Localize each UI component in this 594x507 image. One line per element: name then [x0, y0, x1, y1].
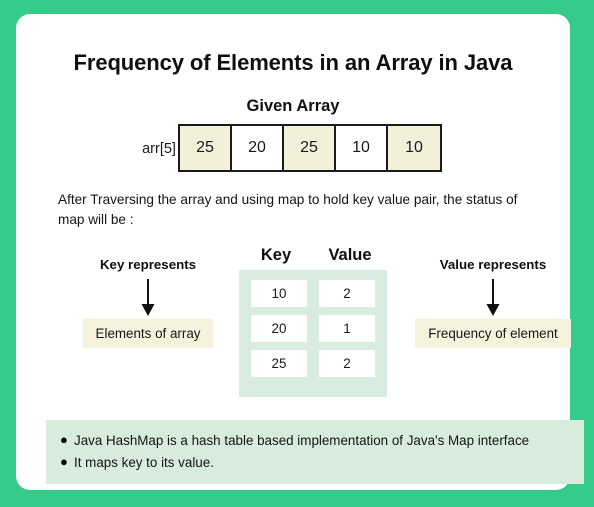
key-represents-label: Key represents [99, 257, 197, 272]
array-cell: 20 [232, 126, 284, 170]
map-value-cell: 2 [319, 280, 375, 307]
note-text: It maps key to its value. [74, 455, 214, 471]
map-value-cell: 1 [319, 315, 375, 342]
array-variable-label: arr[5] : [142, 141, 184, 157]
down-arrow-icon [54, 277, 242, 319]
array-cell: 25 [180, 126, 232, 170]
content-card: Frequency of Elements in an Array in Jav… [16, 14, 584, 490]
map-key-cell: 10 [251, 280, 307, 307]
value-annotation-group: Value represents Frequency of element [398, 257, 588, 348]
down-arrow-icon [141, 279, 155, 316]
map-table-header-value: Value [328, 246, 372, 264]
down-arrow-icon [398, 277, 588, 319]
array-cell: 10 [336, 126, 388, 170]
list-item: ● Java HashMap is a hash table based imp… [60, 431, 570, 450]
map-key-cell: 25 [251, 350, 307, 377]
table-row: 10 2 [239, 280, 387, 307]
table-row: 20 1 [239, 315, 387, 342]
map-table-header-key: Key [260, 246, 292, 264]
given-array-heading: Given Array [246, 97, 340, 115]
down-arrow-icon [486, 279, 500, 316]
explanation-paragraph: After Traversing the array and using map… [58, 192, 518, 227]
page-title: Frequency of Elements in an Array in Jav… [73, 50, 513, 75]
map-key-cell: 20 [251, 315, 307, 342]
note-text: Java HashMap is a hash table based imple… [74, 433, 530, 448]
bullet-icon: ● [60, 432, 68, 447]
bullet-icon: ● [60, 454, 68, 470]
array-diagram: 25 20 25 10 10 [178, 124, 442, 172]
array-cell: 25 [284, 126, 336, 170]
map-table: 10 2 20 1 25 2 [239, 270, 387, 397]
key-annotation-group: Key represents Elements of array [54, 257, 242, 348]
value-represents-label: Value represents [439, 257, 547, 272]
array-cell: 10 [388, 126, 440, 170]
frequency-of-element-box: Frequency of element [415, 319, 571, 348]
elements-of-array-box: Elements of array [82, 319, 214, 348]
map-table-header: Key Value [239, 246, 387, 265]
notes-panel: ● Java HashMap is a hash table based imp… [46, 420, 584, 485]
table-row: 25 2 [239, 350, 387, 377]
list-item: ● It maps key to its value. [60, 453, 570, 472]
map-value-cell: 2 [319, 350, 375, 377]
